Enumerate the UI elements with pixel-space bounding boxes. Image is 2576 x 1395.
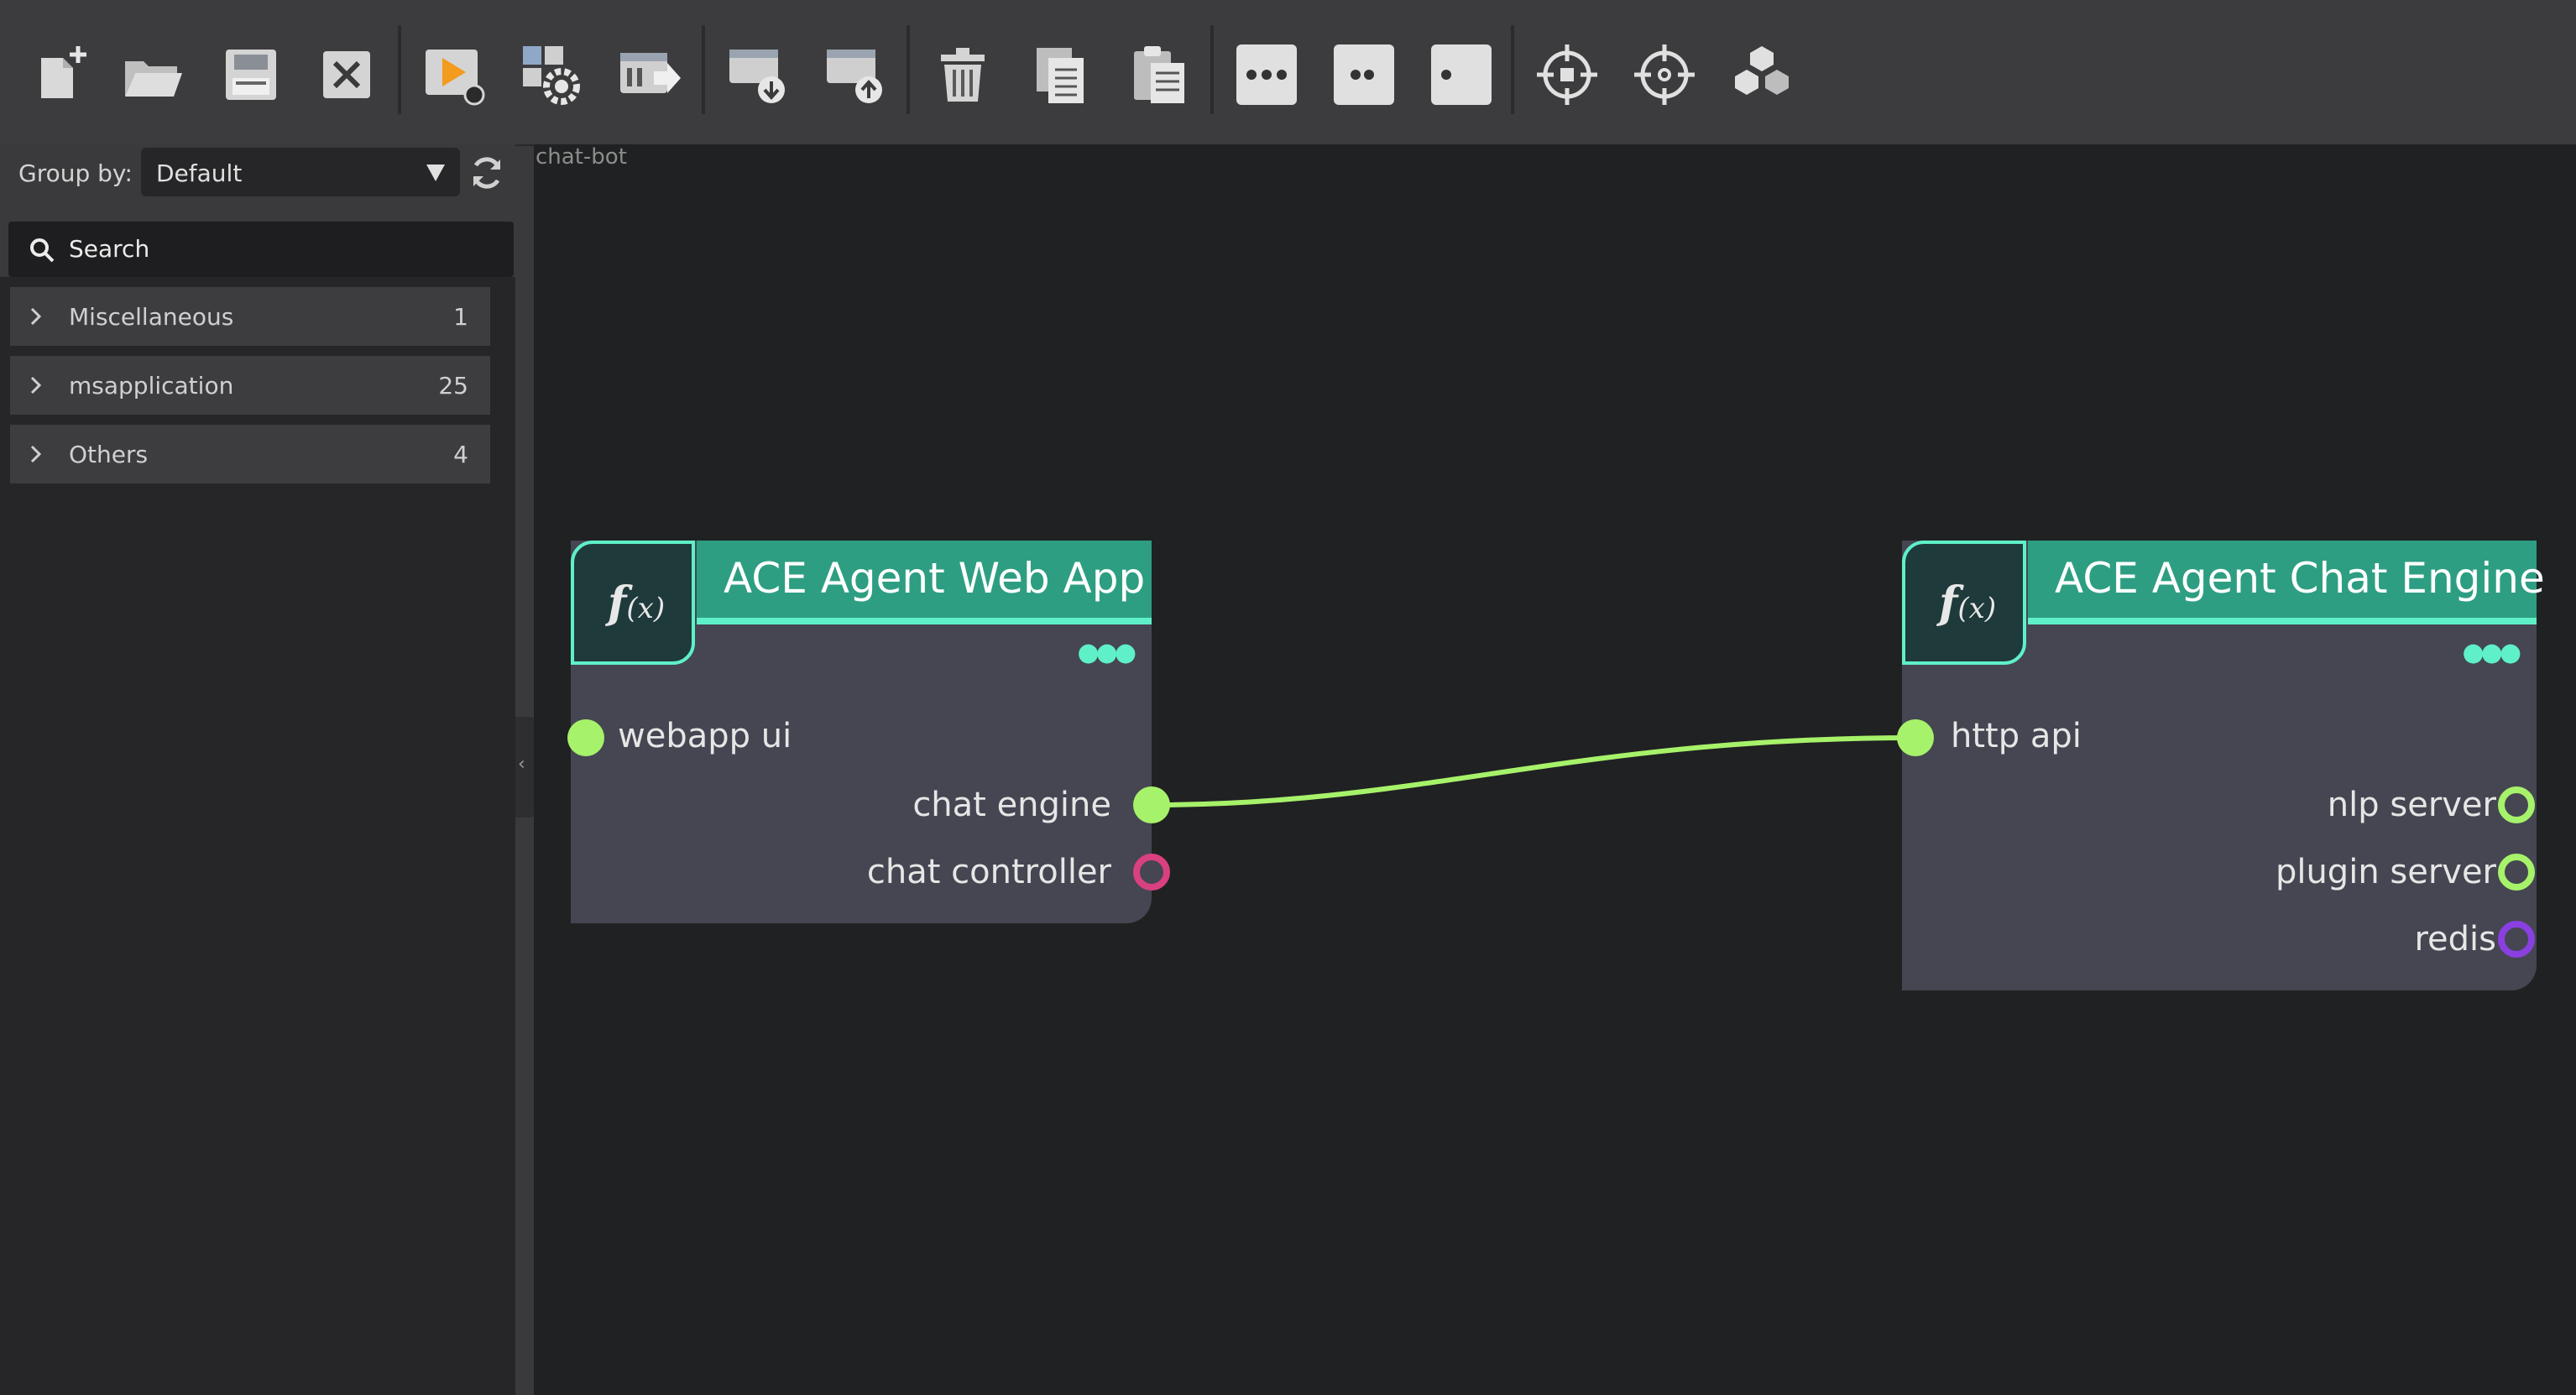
view-one-dot-button[interactable] xyxy=(1424,37,1499,112)
function-icon: f(x) xyxy=(1902,541,2026,665)
node-header-accent xyxy=(2028,618,2537,624)
toolbar-separator xyxy=(1511,25,1514,114)
function-icon: f(x) xyxy=(571,541,695,665)
category-count: 25 xyxy=(438,372,468,400)
three-dots-icon xyxy=(1236,44,1297,105)
toolbar xyxy=(0,0,2576,146)
network-icon xyxy=(1735,46,1789,95)
port-label: webapp ui xyxy=(618,717,792,755)
open-folder-icon xyxy=(125,61,182,97)
chevron-right-icon xyxy=(30,376,42,394)
output-port-chat-controller[interactable] xyxy=(1133,854,1170,891)
trash-icon xyxy=(941,48,985,102)
input-port-http-api[interactable] xyxy=(1897,719,1934,756)
paste-button[interactable] xyxy=(1121,37,1197,112)
fx-sub: (x) xyxy=(626,592,666,625)
import-button[interactable] xyxy=(720,37,796,112)
chevron-down-icon xyxy=(426,165,445,181)
center-button[interactable] xyxy=(1529,37,1605,112)
group-by-dropdown[interactable]: Default xyxy=(141,148,460,196)
open-button[interactable] xyxy=(116,37,191,112)
category-item-msapplication[interactable]: msapplication 25 xyxy=(10,356,490,415)
node-menu-icon[interactable]: ●●● xyxy=(1077,638,1136,667)
node-header-accent xyxy=(697,618,1152,624)
category-label: Miscellaneous xyxy=(69,303,234,331)
layout-button[interactable] xyxy=(1724,37,1800,112)
delete-button[interactable] xyxy=(925,37,1001,112)
port-label: plugin server xyxy=(2275,853,2496,891)
toolbar-separator xyxy=(702,25,705,114)
run-button[interactable] xyxy=(416,37,492,112)
save-icon xyxy=(226,50,276,100)
refresh-icon[interactable] xyxy=(467,153,507,193)
category-item-miscellaneous[interactable]: Miscellaneous 1 xyxy=(10,287,490,346)
fx-glyph: f xyxy=(608,577,627,629)
focus-button[interactable] xyxy=(1627,37,1702,112)
node-header[interactable]: ACE Agent Web App xyxy=(697,541,1152,624)
port-label: chat engine xyxy=(912,786,1111,824)
category-item-others[interactable]: Others 4 xyxy=(10,425,490,483)
output-port-chat-engine[interactable] xyxy=(1133,786,1170,823)
search-icon xyxy=(30,238,55,263)
node-menu-icon[interactable]: ●●● xyxy=(2462,638,2521,667)
export-icon xyxy=(827,50,882,103)
new-file-icon xyxy=(41,46,86,98)
node-library-panel: Group by: Default Search Miscellaneous 1… xyxy=(0,144,515,1395)
paste-icon xyxy=(1134,46,1184,103)
configure-button[interactable] xyxy=(514,37,589,112)
chevron-right-icon xyxy=(30,445,42,463)
node-header[interactable]: ACE Agent Chat Engine xyxy=(2028,541,2545,624)
new-file-button[interactable] xyxy=(25,37,101,112)
export-button[interactable] xyxy=(818,37,893,112)
settings-icon xyxy=(523,46,580,105)
node-title: ACE Agent Chat Engine xyxy=(2055,554,2545,603)
port-label: http api xyxy=(1951,717,2082,755)
copy-icon xyxy=(1037,48,1084,103)
fx-glyph: f xyxy=(1939,577,1958,629)
run-icon xyxy=(426,50,485,106)
fx-sub: (x) xyxy=(1957,592,1997,625)
category-label: msapplication xyxy=(69,372,234,400)
view-two-dots-button[interactable] xyxy=(1326,37,1402,112)
two-dots-icon xyxy=(1334,44,1394,105)
group-by-value: Default xyxy=(156,159,243,187)
node-ace-agent-web-app[interactable]: ACE Agent Web App f(x) ●●● webapp ui cha… xyxy=(567,541,1170,923)
port-label: chat controller xyxy=(866,853,1111,891)
chevron-right-icon xyxy=(30,307,42,326)
chevron-left-icon: ‹ xyxy=(518,754,525,775)
category-label: Others xyxy=(69,441,149,468)
panel-collapse-handle[interactable]: ‹ xyxy=(515,717,534,818)
category-count: 4 xyxy=(453,441,468,468)
input-port-webapp-ui[interactable] xyxy=(567,719,604,756)
save-button[interactable] xyxy=(213,37,289,112)
crosshair-alt-icon xyxy=(1634,44,1695,105)
port-label: redis xyxy=(2414,920,2496,959)
node-title: ACE Agent Web App xyxy=(724,554,1146,603)
search-bar[interactable]: Search xyxy=(8,222,514,277)
view-three-dots-button[interactable] xyxy=(1229,37,1304,112)
output-port-plugin-server[interactable] xyxy=(2498,854,2535,891)
toolbar-separator xyxy=(1210,25,1214,114)
output-port-nlp-server[interactable] xyxy=(2498,786,2535,823)
crosshair-icon xyxy=(1537,44,1597,105)
category-count: 1 xyxy=(453,303,468,331)
one-dot-icon xyxy=(1431,44,1492,105)
search-label: Search xyxy=(69,235,150,263)
copy-button[interactable] xyxy=(1022,37,1098,112)
category-list: Miscellaneous 1 msapplication 25 Others … xyxy=(0,277,515,1395)
toolbar-separator xyxy=(907,25,910,114)
graph-canvas[interactable]: chat-bot ACE Agent Web App f(x) ●●● weba… xyxy=(534,144,2576,1395)
import-icon xyxy=(729,50,785,103)
deploy-icon xyxy=(620,53,681,93)
output-port-redis[interactable] xyxy=(2498,921,2535,958)
toolbar-separator xyxy=(398,25,401,114)
close-button[interactable] xyxy=(309,37,384,112)
close-icon xyxy=(323,51,370,98)
group-by-label: Group by: xyxy=(18,159,133,187)
deploy-button[interactable] xyxy=(611,37,687,112)
connection-wire[interactable] xyxy=(1152,735,1916,807)
port-label: nlp server xyxy=(2327,786,2496,824)
node-ace-agent-chat-engine[interactable]: ACE Agent Chat Engine f(x) ●●● http api … xyxy=(1897,541,2545,990)
